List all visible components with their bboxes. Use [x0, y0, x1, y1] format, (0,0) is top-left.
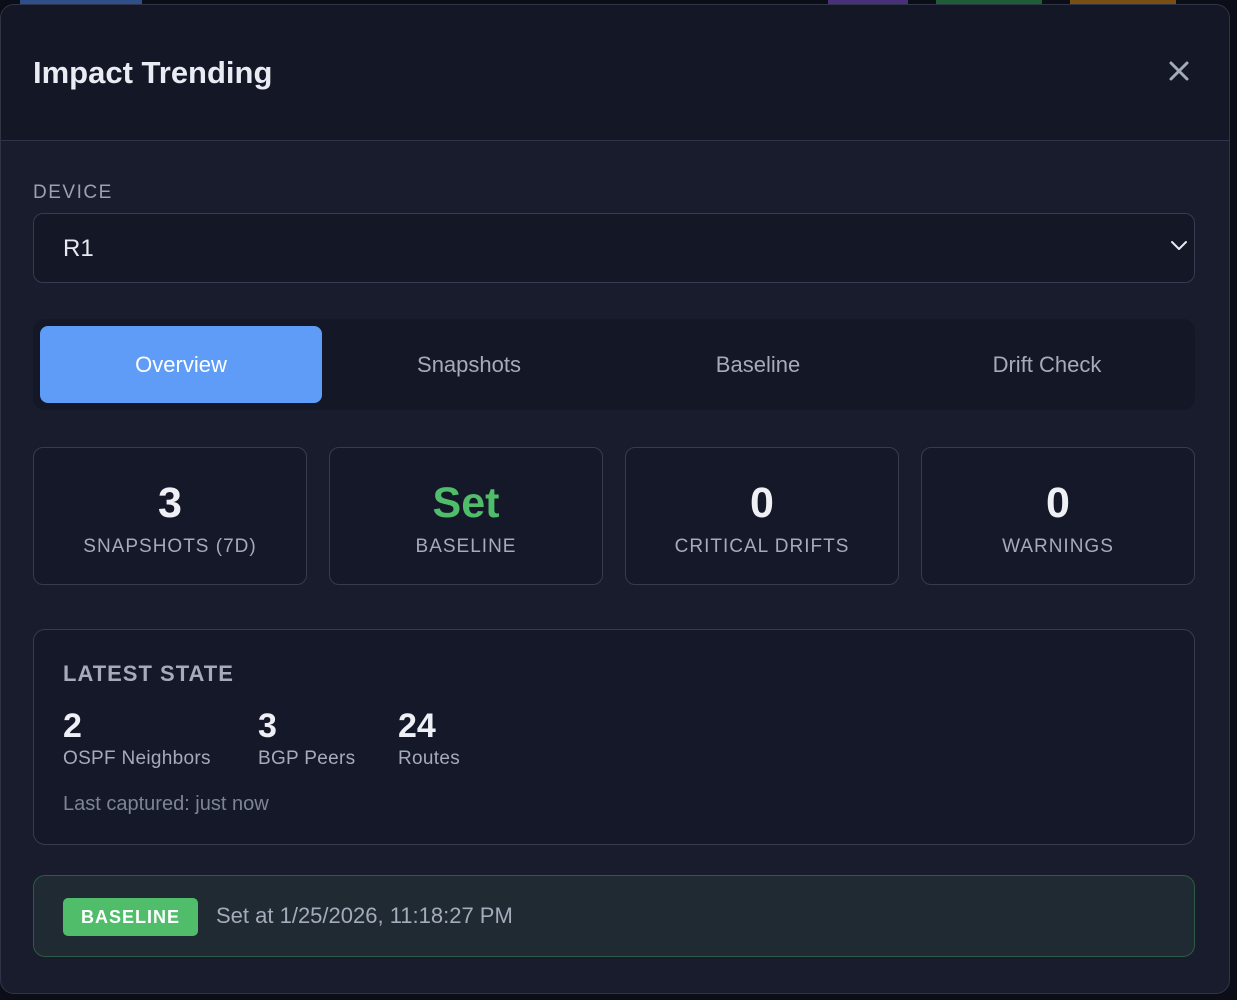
stat-value: 0 [1046, 479, 1070, 527]
impact-trending-modal: Impact Trending DEVICE R1 Overview Snaps… [0, 4, 1230, 994]
metric-value: 2 [63, 707, 82, 745]
modal-title: Impact Trending [33, 55, 273, 90]
close-icon [1169, 61, 1189, 81]
stat-value: Set [432, 479, 500, 527]
stat-card-critical-drifts: 0 CRITICAL DRIFTS [625, 447, 899, 585]
close-button[interactable] [1165, 57, 1193, 85]
device-label: DEVICE [33, 182, 113, 203]
latest-state-title: LATEST STATE [63, 661, 234, 686]
stat-label: WARNINGS [1002, 536, 1114, 557]
tab-overview[interactable]: Overview [40, 326, 322, 403]
metric-label: OSPF Neighbors [63, 748, 211, 769]
baseline-badge: BASELINE [63, 898, 199, 936]
stat-card-snapshots: 3 SNAPSHOTS (7D) [33, 447, 307, 585]
device-select-value: R1 [63, 235, 94, 262]
stat-label: CRITICAL DRIFTS [674, 536, 850, 557]
stat-value: 0 [750, 479, 774, 527]
stat-label: BASELINE [415, 536, 517, 557]
tab-drift-check[interactable]: Drift Check [906, 326, 1188, 403]
metric-bgp-peers: 3 BGP Peers [258, 708, 355, 770]
baseline-banner: BASELINE Set at 1/25/2026, 11:18:27 PM [33, 875, 1195, 957]
stat-card-warnings: 0 WARNINGS [921, 447, 1195, 585]
tab-snapshots[interactable]: Snapshots [328, 326, 610, 403]
stat-card-baseline: Set BASELINE [329, 447, 603, 585]
chevron-down-icon [1171, 241, 1187, 250]
tab-baseline[interactable]: Baseline [617, 326, 899, 403]
metric-ospf-neighbors: 2 OSPF Neighbors [63, 708, 211, 770]
last-captured-text: Last captured: just now [63, 793, 269, 815]
stat-value: 3 [158, 479, 182, 527]
metric-label: Routes [398, 748, 461, 769]
metric-label: BGP Peers [258, 748, 356, 769]
tab-bar: Overview Snapshots Baseline Drift Check [33, 319, 1195, 410]
latest-state-panel: LATEST STATE 2 OSPF Neighbors 3 BGP Peer… [33, 629, 1195, 845]
metric-routes: 24 Routes [398, 708, 460, 770]
modal-header: Impact Trending [1, 5, 1229, 141]
metric-value: 24 [398, 707, 436, 745]
stat-label: SNAPSHOTS (7D) [83, 536, 257, 557]
device-select[interactable]: R1 [33, 213, 1195, 283]
baseline-set-at-text: Set at 1/25/2026, 11:18:27 PM [216, 903, 513, 928]
metric-value: 3 [258, 707, 277, 745]
